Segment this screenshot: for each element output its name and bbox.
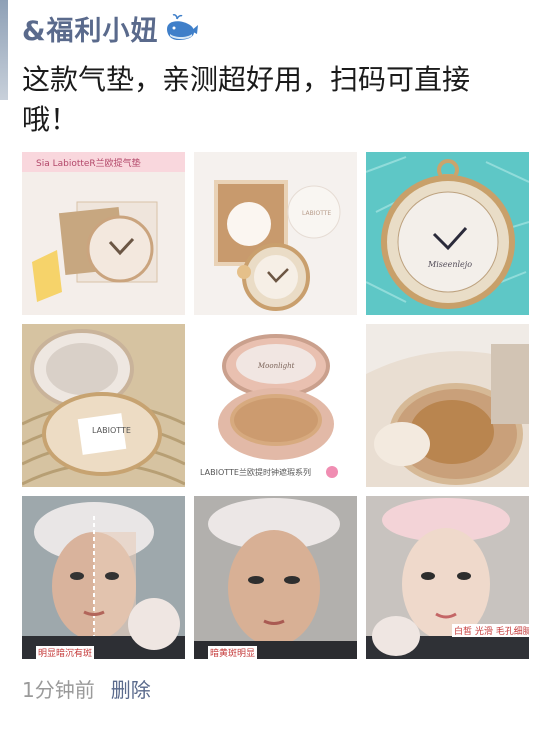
image-caption: 明显暗沉有斑 [36,646,95,659]
delete-button[interactable]: 删除 [111,674,151,703]
post-text-line2: 哦！ [22,103,79,136]
post-footer: 1分钟前 删除 [22,672,151,704]
face-headband-photo [194,496,357,659]
whale-icon [166,14,198,40]
image-thumbnail-2[interactable]: LABIOTTE [194,152,357,315]
image-thumbnail-6[interactable] [366,324,529,487]
image-caption: 白皙 光滑 毛孔细腻 [452,624,529,637]
image-thumbnail-5[interactable]: Moonlight LABIOTTE兰欧提时钟遮瑕系列 [194,324,357,487]
image-thumbnail-7[interactable]: 明显暗沉有斑 [22,496,185,659]
svg-text:LABIOTTE: LABIOTTE [302,210,331,217]
image-thumbnail-1[interactable]: Sia LabiotteR兰欧提气垫 [22,152,185,315]
image-thumbnail-3[interactable]: Miseenlejo [366,152,529,315]
username-text: &福利小妞 [22,15,159,47]
product-box-photo [22,152,185,315]
image-caption: 暗黄斑明显 [208,646,258,659]
svg-text:Moonlight: Moonlight [257,362,295,370]
face-before-photo [22,496,185,659]
avatar[interactable] [0,0,8,100]
post-author[interactable]: &福利小妞 [22,8,199,48]
image-thumbnail-4[interactable]: LABIOTTE [22,324,185,487]
post-time: 1分钟前 [22,677,95,702]
rose-gold-compact-photo: Moonlight [194,324,357,487]
post-text-line1: 这款气垫，亲测超好用，扫码可直接 [22,63,471,96]
image-thumbnail-8[interactable]: 暗黄斑明显 [194,496,357,659]
post-text: 这款气垫，亲测超好用，扫码可直接 哦！ [22,60,548,140]
open-compact-rattan-photo [22,324,185,487]
image-caption: LABIOTTE兰欧提时钟遮瑕系列 [200,468,311,477]
watch-compact-photo: Miseenlejo [366,152,529,315]
svg-text:Miseenlejo: Miseenlejo [427,260,472,269]
image-grid: Sia LabiotteR兰欧提气垫 LABIOTTE Miseenlejo L… [22,152,529,659]
image-caption: Sia LabiotteR兰欧提气垫 [36,159,141,169]
cushion-closeup-photo [366,324,529,487]
compact-box-photo: LABIOTTE [194,152,357,315]
image-caption: LABIOTTE [92,426,131,435]
image-thumbnail-9[interactable]: 白皙 光滑 毛孔细腻 [366,496,529,659]
